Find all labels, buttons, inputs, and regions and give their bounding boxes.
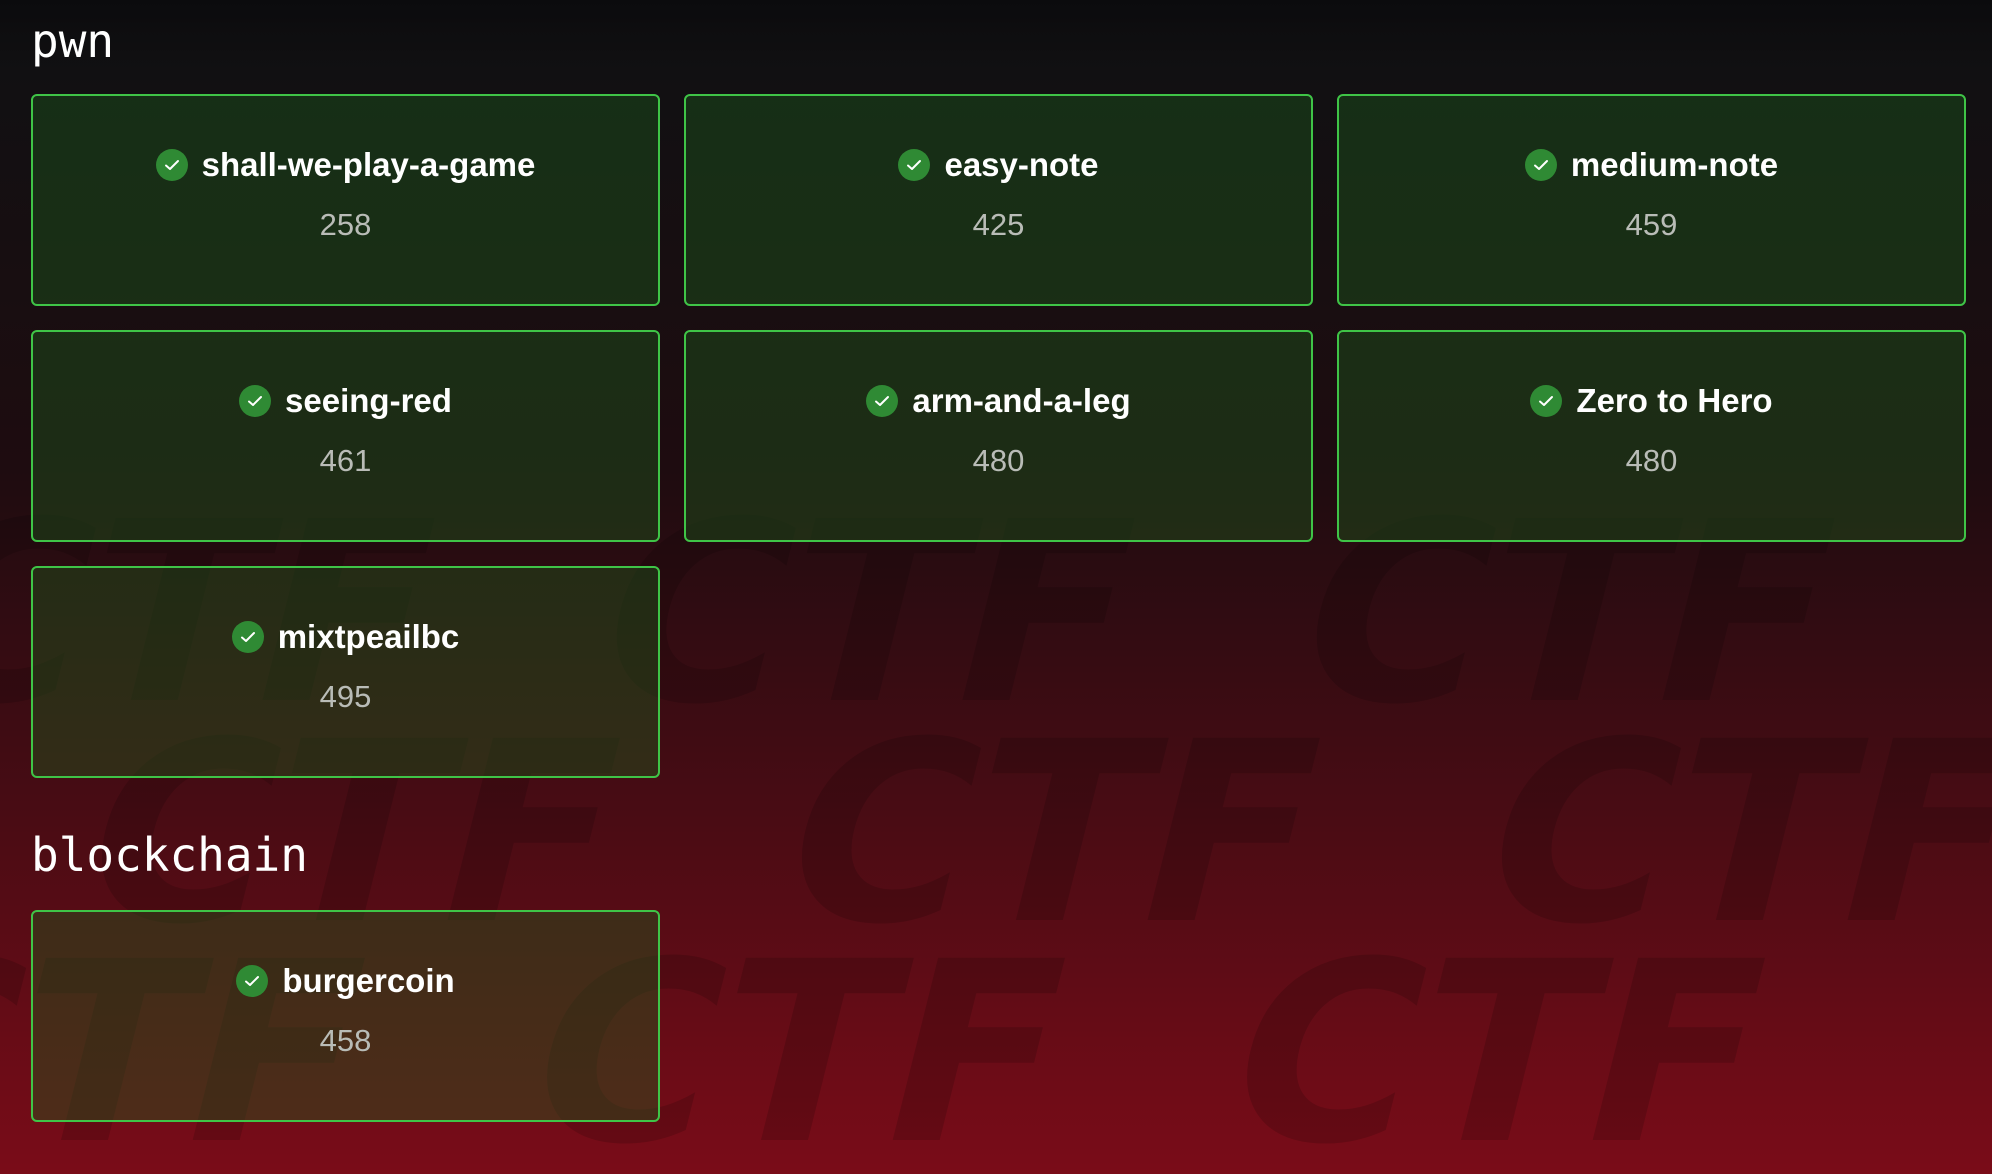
challenge-name: arm-and-a-leg <box>912 382 1131 419</box>
challenge-card[interactable]: burgercoin 458 <box>31 910 660 1122</box>
category-section-blockchain: blockchain burgercoin 458 <box>31 832 1961 1122</box>
challenge-name: mixtpeailbc <box>277 618 460 655</box>
challenge-name: easy-note <box>944 146 1099 183</box>
challenge-points: 258 <box>319 207 372 242</box>
challenge-card[interactable]: easy-note 425 <box>684 94 1313 306</box>
check-circle-icon <box>231 620 264 653</box>
challenge-card[interactable]: seeing-red 461 <box>31 330 660 542</box>
check-circle-icon <box>898 148 931 181</box>
check-circle-icon <box>239 384 272 417</box>
category-title-blockchain: blockchain <box>31 828 308 882</box>
challenge-grid-blockchain: burgercoin 458 <box>31 910 1961 1122</box>
check-circle-icon <box>866 384 899 417</box>
challenge-name: shall-we-play-a-game <box>201 146 536 183</box>
challenge-card[interactable]: Zero to Hero 480 <box>1337 330 1966 542</box>
challenge-points: 480 <box>972 443 1025 478</box>
challenges-board: pwn shall-we-play-a-game 258 easy-note 4… <box>0 0 1992 1122</box>
challenge-points: 461 <box>319 443 372 478</box>
challenge-card[interactable]: mixtpeailbc 495 <box>31 566 660 778</box>
challenge-points: 425 <box>972 207 1025 242</box>
challenge-name: Zero to Hero <box>1576 382 1773 419</box>
check-circle-icon <box>155 148 188 181</box>
challenge-name: burgercoin <box>282 962 455 999</box>
category-title-pwn: pwn <box>31 14 115 68</box>
challenge-points: 495 <box>319 679 372 714</box>
challenge-grid-pwn: shall-we-play-a-game 258 easy-note 425 m… <box>31 94 1966 778</box>
challenge-card[interactable]: medium-note 459 <box>1337 94 1966 306</box>
check-circle-icon <box>236 964 269 997</box>
category-section-pwn: pwn shall-we-play-a-game 258 easy-note 4… <box>31 0 1966 778</box>
challenge-points: 480 <box>1625 443 1678 478</box>
challenge-points: 458 <box>319 1023 372 1058</box>
challenge-card[interactable]: shall-we-play-a-game 258 <box>31 94 660 306</box>
check-circle-icon <box>1524 148 1557 181</box>
challenge-name: medium-note <box>1570 146 1779 183</box>
challenge-name: seeing-red <box>285 382 452 419</box>
challenge-card[interactable]: arm-and-a-leg 480 <box>684 330 1313 542</box>
check-circle-icon <box>1530 384 1563 417</box>
challenge-points: 459 <box>1625 207 1678 242</box>
